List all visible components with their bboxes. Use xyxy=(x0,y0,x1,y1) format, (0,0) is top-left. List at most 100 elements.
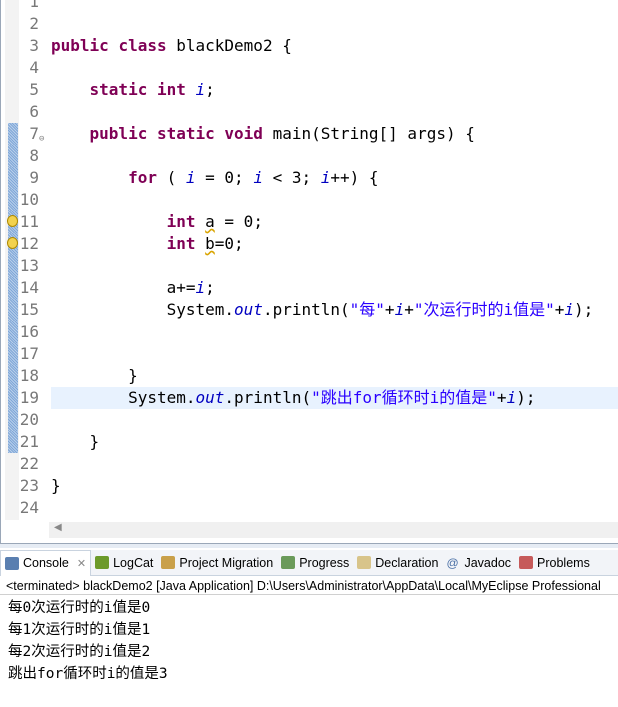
code-line[interactable]: 11 int a = 0; xyxy=(1,211,618,233)
line-number: 22 xyxy=(19,454,39,473)
output-line: 每2次运行时的i值是2 xyxy=(8,644,151,660)
code-text: public static void main(String[] args) { xyxy=(51,123,618,145)
code-line[interactable]: 18 } xyxy=(1,365,618,387)
code-line[interactable]: 13 xyxy=(1,255,618,277)
code-editor[interactable]: 1 2 3 public class blackDemo2 {4 5 static in… xyxy=(0,0,618,545)
scroll-left-icon[interactable]: ◀ xyxy=(54,522,62,533)
line-number: 5 xyxy=(29,80,39,99)
problems-icon xyxy=(519,556,534,569)
code-line[interactable]: 12 int b=0; xyxy=(1,233,618,255)
code-line[interactable]: 23} xyxy=(1,475,618,497)
code-text: int a = 0; xyxy=(51,211,618,233)
tab-project-migration[interactable]: Project Migration xyxy=(157,550,277,576)
output-line: 每0次运行时的i值是0 xyxy=(8,600,151,616)
code-line[interactable]: 10 xyxy=(1,189,618,211)
code-token: public xyxy=(51,36,109,55)
code-token: ); xyxy=(516,388,536,407)
code-token: "跳出for循环时i的值是" xyxy=(311,388,497,407)
code-token: ; xyxy=(205,278,215,297)
code-line[interactable]: 1 xyxy=(1,0,618,13)
code-token: i xyxy=(320,168,331,187)
tab-console[interactable]: Console ✕ xyxy=(0,549,92,576)
line-number: 14 xyxy=(19,278,39,297)
line-number: 6 xyxy=(29,102,39,121)
tab-label: Progress xyxy=(299,555,350,570)
code-token: i xyxy=(195,80,206,99)
code-token: i xyxy=(185,168,196,187)
code-line[interactable]: 4 xyxy=(1,57,618,79)
close-icon[interactable]: ✕ xyxy=(77,557,86,570)
code-line[interactable]: 21 } xyxy=(1,431,618,453)
code-line[interactable]: 3 public class blackDemo2 { xyxy=(1,35,618,57)
code-token: } xyxy=(51,476,61,495)
line-number: 13 xyxy=(19,256,39,275)
code-text: for ( i = 0; i < 3; i++) { xyxy=(51,167,618,189)
code-line[interactable]: 22 xyxy=(1,453,618,475)
tab-javadoc[interactable]: @ Javadoc xyxy=(442,550,515,576)
line-number: 18 xyxy=(19,366,39,385)
line-number: 4 xyxy=(29,58,39,77)
tab-problems[interactable]: Problems xyxy=(515,550,594,576)
code-text: a+=i; xyxy=(51,277,618,299)
declaration-icon xyxy=(357,556,372,569)
code-token: System. xyxy=(51,300,235,319)
horizontal-scrollbar[interactable]: ◀ xyxy=(49,522,618,538)
code-line[interactable]: 5 static int i; xyxy=(1,79,618,101)
code-line[interactable]: 19 System.out.println("跳出for循环时i的值是"+i); xyxy=(1,387,618,409)
code-token: out xyxy=(195,388,225,407)
code-token: ( xyxy=(156,168,186,187)
code-line[interactable]: 15 System.out.println("每"+i+"次运行时的i值是"+i… xyxy=(1,299,618,321)
tab-label: Problems xyxy=(537,555,590,570)
code-text: int b=0; xyxy=(51,233,618,255)
code-token: = 0; xyxy=(195,168,254,187)
code-text: System.out.println("跳出for循环时i的值是"+i); xyxy=(51,387,618,409)
editor-panel-divider[interactable] xyxy=(0,543,618,548)
code-line[interactable]: 8 xyxy=(1,145,618,167)
code-token: i xyxy=(394,300,405,319)
code-line[interactable]: 2 xyxy=(1,13,618,35)
line-number: 8 xyxy=(29,146,39,165)
line-number: 16 xyxy=(19,322,39,341)
code-token: .println( xyxy=(224,388,312,407)
code-line[interactable]: 6 xyxy=(1,101,618,123)
line-number: 10 xyxy=(19,190,39,209)
tab-logcat[interactable]: LogCat xyxy=(91,550,157,576)
output-line: 每1次运行时的i值是1 xyxy=(8,622,151,638)
code-token: i xyxy=(195,278,206,297)
code-line[interactable]: 20 xyxy=(1,409,618,431)
code-line[interactable]: 14 a+=i; xyxy=(1,277,618,299)
tab-declaration[interactable]: Declaration xyxy=(353,550,442,576)
code-line[interactable]: 16 xyxy=(1,321,618,343)
output-line: 跳出for循环时i的值是3 xyxy=(8,666,168,682)
line-number: 2 xyxy=(29,14,39,33)
code-line[interactable]: 7 ⊖ public static void main(String[] args… xyxy=(1,123,618,145)
code-line[interactable]: 17 xyxy=(1,343,618,365)
code-token: static xyxy=(89,80,148,99)
code-token: int xyxy=(166,212,196,231)
line-number: 20 xyxy=(19,410,39,429)
code-line[interactable]: 9 for ( i = 0; i < 3; i++) { xyxy=(1,167,618,189)
code-token: i xyxy=(253,168,263,187)
code-token: a xyxy=(205,212,215,231)
code-token: class xyxy=(118,36,167,55)
code-line[interactable]: 24 xyxy=(1,497,618,519)
tab-label: Declaration xyxy=(375,555,439,570)
code-text: } xyxy=(51,365,618,387)
tab-progress[interactable]: Progress xyxy=(277,550,353,576)
code-token: + xyxy=(384,300,395,319)
code-text: static int i; xyxy=(51,79,618,101)
project-migration-icon xyxy=(161,556,176,569)
code-token: a+= xyxy=(51,278,196,297)
code-token: < 3; xyxy=(262,168,321,187)
code-token: b xyxy=(205,234,215,253)
code-token: + xyxy=(554,300,565,319)
code-token: out xyxy=(234,300,263,319)
